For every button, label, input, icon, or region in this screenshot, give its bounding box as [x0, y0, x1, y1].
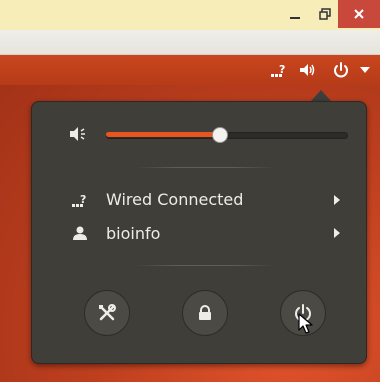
maximize-button[interactable]: [308, 0, 342, 28]
network-submenu-chevron-icon[interactable]: [334, 195, 340, 205]
window-toolbar-strip: [0, 30, 380, 55]
volume-slider-thumb[interactable]: [212, 127, 228, 143]
user-icon: [73, 226, 87, 240]
settings-tools-icon: [99, 304, 116, 321]
network-question-icon: ?: [72, 193, 86, 207]
settings-button[interactable]: [84, 290, 130, 336]
minimize-icon: [290, 17, 300, 19]
power-icon: [334, 62, 348, 78]
topbar-menu-arrow[interactable]: [356, 55, 374, 85]
volume-slider-fill: [106, 132, 219, 137]
menu-separator: [135, 167, 275, 168]
maximize-icon: [319, 8, 331, 20]
minimize-button[interactable]: [278, 0, 312, 28]
topbar-network-indicator[interactable]: ?: [268, 55, 292, 85]
gnome-top-bar: [0, 55, 380, 85]
menu-network-icon-wrap: ?: [72, 192, 90, 212]
user-submenu-chevron-icon[interactable]: [334, 228, 340, 238]
close-icon: [354, 9, 364, 19]
menu-user-icon-wrap: [72, 225, 88, 245]
volume-icon: [70, 127, 85, 141]
network-question-icon: ?: [271, 63, 285, 77]
network-status-label[interactable]: Wired Connected: [106, 190, 243, 210]
topbar-power-indicator[interactable]: [329, 55, 353, 85]
menu-volume-icon-wrap: [68, 125, 88, 147]
close-button[interactable]: [338, 0, 380, 28]
topbar-volume-indicator[interactable]: [296, 55, 320, 85]
user-name-label[interactable]: bioinfo: [106, 224, 160, 244]
volume-icon: [300, 64, 315, 76]
menu-separator: [135, 265, 275, 266]
chevron-down-icon: [360, 67, 370, 73]
mouse-cursor-icon: [298, 313, 314, 339]
lock-button[interactable]: [182, 290, 228, 336]
lock-icon: [199, 305, 211, 320]
